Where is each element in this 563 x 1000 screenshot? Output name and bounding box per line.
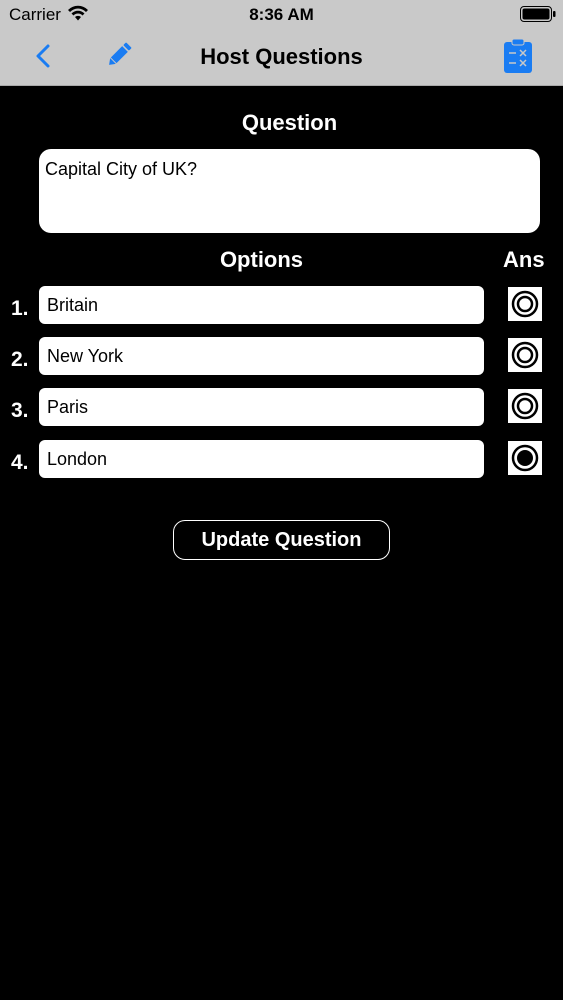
option-input-3[interactable] (39, 388, 484, 426)
chevron-left-icon[interactable] (32, 42, 56, 70)
options-label: Options (219, 247, 304, 272)
option-input-4[interactable] (39, 440, 484, 478)
status-time: 8:36 AM (249, 5, 314, 24)
page-title: Host Questions (200, 44, 363, 69)
nav-bar: Host Questions (0, 30, 563, 86)
update-question-button[interactable]: Update Question (173, 520, 390, 560)
option-row-3: 3. (0, 388, 563, 426)
option-row-2: 2. (0, 337, 563, 375)
answer-radio-1[interactable] (508, 287, 542, 321)
option-number: 3. (11, 399, 29, 422)
option-row-4: 4. (0, 440, 563, 478)
option-number: 1. (11, 297, 29, 320)
radio-unselected-icon (511, 392, 539, 420)
question-input[interactable]: Capital City of UK? (39, 149, 540, 233)
pencil-icon[interactable] (104, 40, 134, 70)
answer-radio-3[interactable] (508, 389, 542, 423)
radio-selected-icon (511, 444, 539, 472)
option-input-1[interactable] (39, 286, 484, 324)
option-row-1: 1. (0, 286, 563, 324)
radio-unselected-icon (511, 341, 539, 369)
radio-unselected-icon (511, 290, 539, 318)
battery-full-icon (520, 6, 556, 22)
ans-label: Ans (503, 247, 545, 272)
answer-radio-2[interactable] (508, 338, 542, 372)
clipboard-icon[interactable] (503, 38, 533, 74)
option-number: 4. (11, 451, 29, 474)
option-number: 2. (11, 348, 29, 371)
question-label: Question (241, 110, 338, 135)
option-input-2[interactable] (39, 337, 484, 375)
answer-radio-4[interactable] (508, 441, 542, 475)
status-bar: Carrier 8:36 AM (0, 0, 563, 30)
